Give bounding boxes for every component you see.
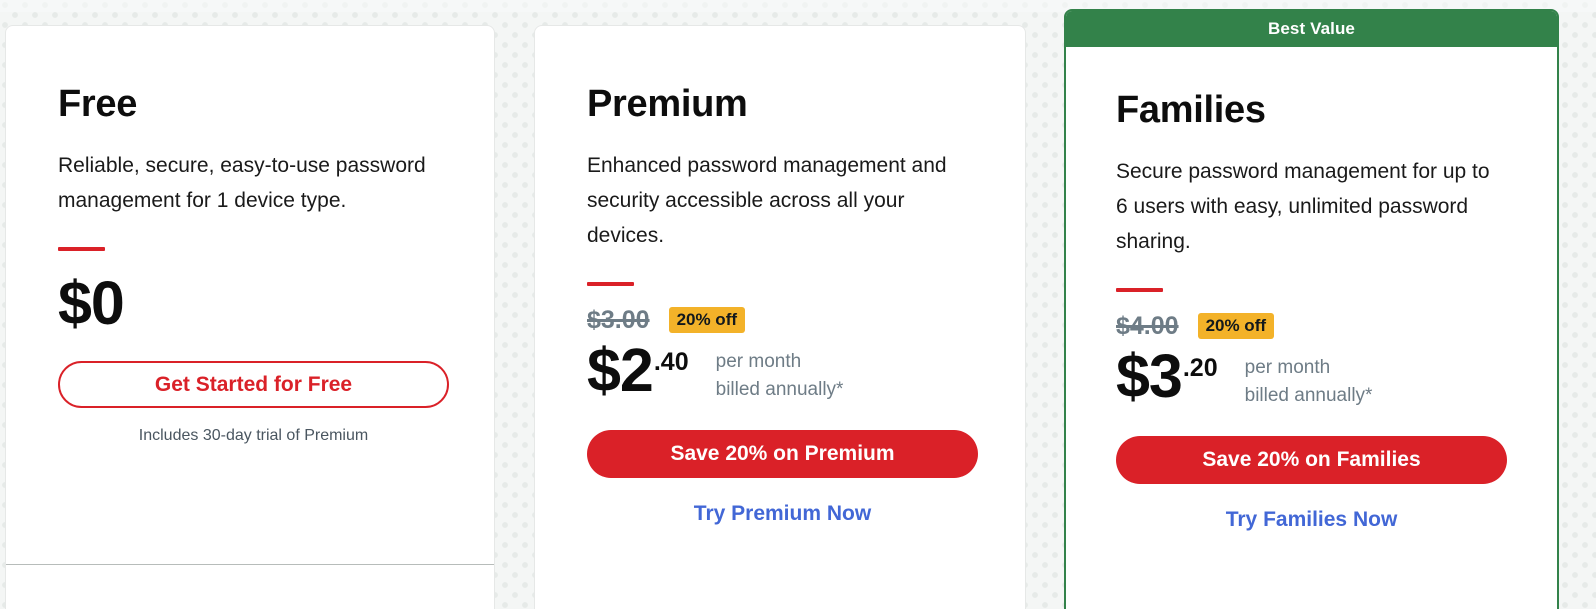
plan-title-families: Families [1116, 89, 1266, 131]
price-terms-premium: per month billed annually* [716, 348, 844, 404]
card-body-premium: Premium Enhanced password management and… [535, 85, 1025, 526]
plan-title-free: Free [58, 83, 138, 125]
pricing-card-families: Best Value Families Secure password mana… [1064, 9, 1559, 609]
save-on-families-button[interactable]: Save 20% on Families [1116, 436, 1507, 484]
accent-rule [58, 247, 105, 251]
save-on-premium-button[interactable]: Save 20% on Premium [587, 430, 978, 478]
price-whole-premium: $2 [587, 336, 654, 404]
price-cents-premium: .40 [653, 348, 689, 376]
original-price-premium: $3.00 [587, 305, 650, 334]
get-started-for-free-button[interactable]: Get Started for Free [58, 361, 449, 408]
original-price-row-premium: $3.00 20% off [587, 305, 973, 335]
price-whole-families: $3 [1116, 342, 1183, 410]
price-term-line-2: billed annually* [715, 379, 844, 400]
original-price-row-families: $4.00 20% off [1116, 311, 1507, 341]
discount-badge-premium: 20% off [668, 307, 746, 333]
price-terms-families: per month billed annually* [1245, 354, 1373, 410]
price-term-line-1: per month [715, 351, 802, 372]
card-section-divider [6, 564, 494, 565]
price-cents-families: .20 [1182, 354, 1218, 382]
plan-description-families: Secure password management for up to 6 u… [1116, 160, 1490, 253]
plan-title-premium: Premium [587, 83, 748, 125]
try-families-now-link[interactable]: Try Families Now [1116, 508, 1507, 532]
plan-description-free: Reliable, secure, easy-to-use password m… [58, 154, 426, 212]
best-value-banner: Best Value [1066, 11, 1557, 47]
card-body-free: Free Reliable, secure, easy-to-use passw… [6, 85, 494, 445]
pricing-card-free: Free Reliable, secure, easy-to-use passw… [5, 25, 495, 609]
card-body-families: Families Secure password management for … [1066, 91, 1557, 532]
original-price-families: $4.00 [1116, 311, 1179, 340]
accent-rule [587, 282, 634, 286]
discount-badge-families: 20% off [1197, 313, 1275, 339]
try-premium-now-link[interactable]: Try Premium Now [587, 502, 978, 526]
price-term-line-2: billed annually* [1244, 385, 1373, 406]
pricing-plans-container: Free Reliable, secure, easy-to-use passw… [0, 0, 1596, 609]
free-trial-note: Includes 30-day trial of Premium [138, 427, 369, 444]
pricing-card-premium: Premium Enhanced password management and… [534, 25, 1026, 609]
plan-description-premium: Enhanced password management and securit… [587, 154, 947, 247]
plan-price-free: $0 [58, 269, 125, 337]
current-price-row-families: $3 .20 per month billed annually* [1116, 345, 1507, 410]
current-price-row-premium: $2 .40 per month billed annually* [587, 339, 973, 404]
accent-rule [1116, 288, 1163, 292]
price-term-line-1: per month [1244, 357, 1331, 378]
